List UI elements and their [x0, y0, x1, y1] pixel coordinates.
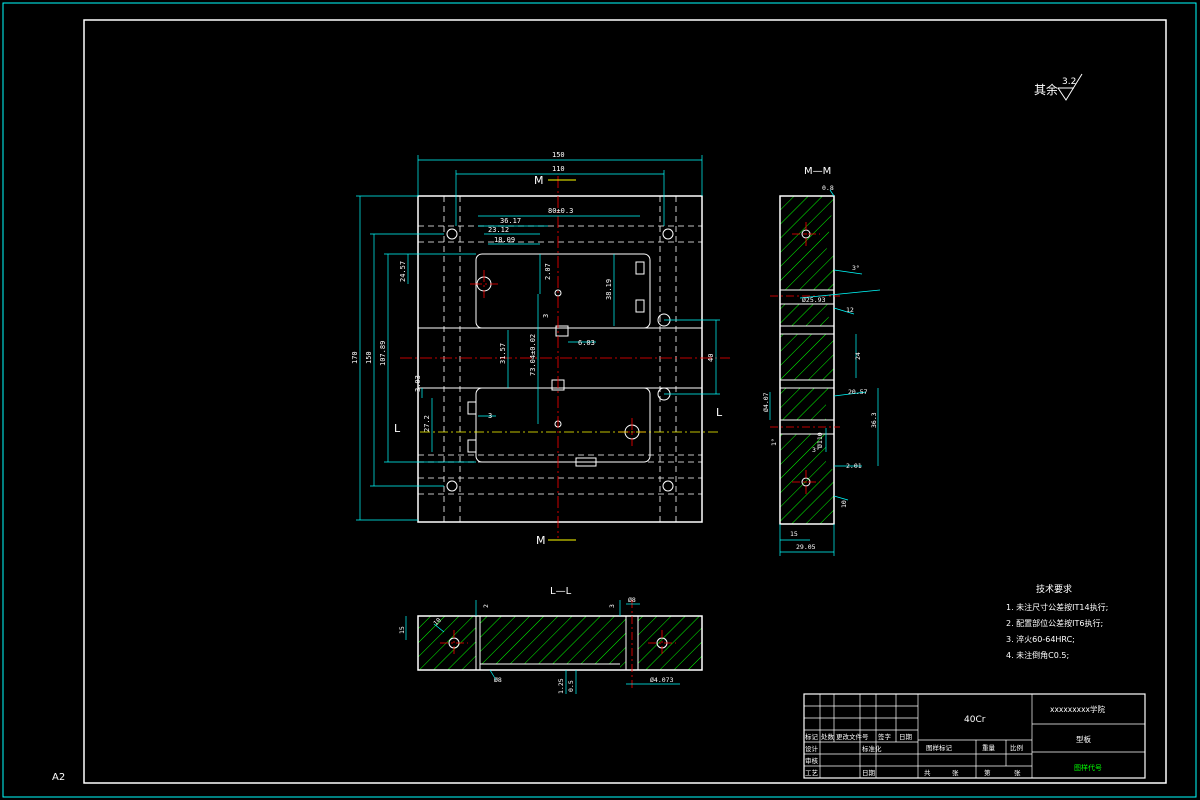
tb-sheet-0: 共 [924, 768, 931, 777]
tb-r2-c0: 审核 [805, 756, 819, 765]
roughness-value: 3.2 [1062, 77, 1076, 87]
lower-cavity [475, 387, 651, 463]
main-view: M M L L 150 110 80±0.3 36.17 23.12 18.09… [351, 151, 730, 547]
mm-dim-15: 15 [790, 530, 798, 538]
view-mm: M—M 0.8 3° Ø25.93 12 24 20.57 Ø4.07 1° Ø… [762, 166, 881, 556]
tech-item-3: 3. 淬火60-64HRC; [1006, 634, 1075, 644]
cad-drawing: A2 其余 3.2 M M L L 150 110 80±0.3 36.17 2… [2, 2, 1197, 798]
ll-dim-2: 2 [482, 604, 490, 608]
mm-dim-24: 24 [854, 352, 862, 360]
tb-r0-c4: 日期 [899, 733, 913, 741]
dim-d36: 36.17 [500, 217, 521, 225]
section-l-right: L [716, 406, 723, 419]
ll-dim-88: Ø8 [494, 676, 502, 684]
dim-d80: 80±0.3 [548, 207, 573, 215]
tb-part-name: 型板 [1076, 734, 1092, 744]
ll-dim-8: Ø8 [628, 596, 636, 604]
tb-drawing-no: 图样代号 [1074, 763, 1102, 772]
mm-dim-29: 29.05 [796, 543, 816, 551]
plate-outline [417, 195, 703, 523]
dim-v6: 6.03 [578, 339, 595, 347]
mm-dim-0.8: 0.8 [822, 184, 834, 192]
tb-r1-c2: 标准化 [862, 744, 882, 753]
dim-v40: 40 [707, 354, 715, 362]
dim-v73: 73.04±0.02 [529, 334, 537, 376]
tech-requirements: 技术要求 1. 未注尺寸公差按IT14执行; 2. 配置部位公差按IT6执行; … [1006, 583, 1108, 660]
dim-v3b: 3.03 [414, 375, 422, 392]
roughness-label: 其余 [1034, 82, 1058, 97]
tb-material: 40Cr [964, 715, 986, 725]
ll-dim-05: 0.5 [567, 680, 575, 692]
tb-sheet-3: 张 [1014, 768, 1021, 777]
tb-r0-c1: 处数 [821, 732, 835, 741]
outer-border [2, 2, 1197, 798]
mm-dim-10: 10 [840, 500, 848, 508]
dim-w150: 150 [552, 151, 565, 159]
tb-sheet-1: 张 [952, 768, 959, 777]
dim-h170: 170 [351, 351, 359, 364]
section-m-bottom: M [536, 534, 546, 547]
dim-v207a: 2.07 [544, 263, 552, 280]
dim-v31: 31.57 [499, 343, 507, 364]
section-l-left: L [394, 422, 401, 435]
tech-item-4: 4. 未注倒角C0.5; [1006, 650, 1069, 660]
dim-h24: 24.57 [399, 261, 407, 282]
dim-v38: 38.19 [605, 279, 613, 300]
tb-mid-h0: 图样标记 [926, 743, 953, 752]
view-ll: L—L 15 2 3 Ø8 10 Ø8 1.25 0.5 Ø4.073 [398, 586, 703, 694]
ll-dim-15: 15 [398, 626, 406, 634]
mm-dim-4: Ø4.07 [762, 392, 770, 412]
mm-dim-36: 36.3 [870, 412, 878, 428]
upper-cavity [475, 253, 651, 329]
dim-h107: 107.89 [379, 341, 387, 366]
tb-mid-h2: 比例 [1010, 743, 1023, 752]
tech-item-1: 1. 未注尺寸公差按IT14执行; [1006, 602, 1108, 612]
mm-dim-1: 1° [770, 438, 778, 446]
title-block: 标记 处数 更改文件号 签字 日期 设计 标准化 审核 工艺 日期 图样标记 重… [803, 693, 1146, 779]
tech-item-2: 2. 配置部位公差按IT6执行; [1006, 618, 1103, 628]
tb-sheet-2: 第 [984, 768, 991, 777]
mm-dim-25: Ø25.93 [802, 296, 826, 304]
tb-r3-c2: 日期 [862, 769, 876, 777]
dim-h150: 150 [365, 351, 373, 364]
ll-dim-3: 3 [608, 604, 616, 608]
dim-d18: 18.09 [494, 236, 515, 244]
roughness-note: 其余 3.2 [1034, 73, 1083, 101]
sheet-size-label: A2 [52, 772, 65, 783]
tb-school: xxxxxxxxx学院 [1050, 704, 1105, 714]
dim-w110: 110 [552, 165, 565, 173]
ll-dim-125: 1.25 [557, 678, 565, 694]
tb-r0-c2: 更改文件号 [836, 732, 869, 741]
mm-dim-12: 12 [846, 306, 854, 314]
ll-dim-4: Ø4.073 [650, 676, 674, 684]
view-mm-title: M—M [804, 166, 831, 177]
tech-title: 技术要求 [1036, 583, 1072, 595]
tb-r1-c0: 设计 [805, 744, 819, 753]
tb-mid-h1: 重量 [982, 744, 996, 752]
dim-v3c: 3 [488, 412, 492, 420]
mm-dim-3deg: 3° [852, 264, 860, 272]
view-ll-title: L—L [550, 586, 572, 597]
mm-dim-20: 20.57 [848, 388, 868, 396]
dim-v272: 27.2 [423, 415, 431, 432]
tb-r0-c0: 标记 [805, 732, 819, 741]
tb-r0-c3: 签字 [878, 732, 892, 741]
mm-dim-3b: 3° [812, 446, 820, 454]
dim-v3a: 3 [542, 314, 550, 318]
dim-d23: 23.12 [488, 226, 509, 234]
mm-dim-2: 2.01 [846, 462, 862, 470]
section-m-top: M [534, 174, 544, 187]
tb-r3-c0: 工艺 [805, 769, 819, 777]
